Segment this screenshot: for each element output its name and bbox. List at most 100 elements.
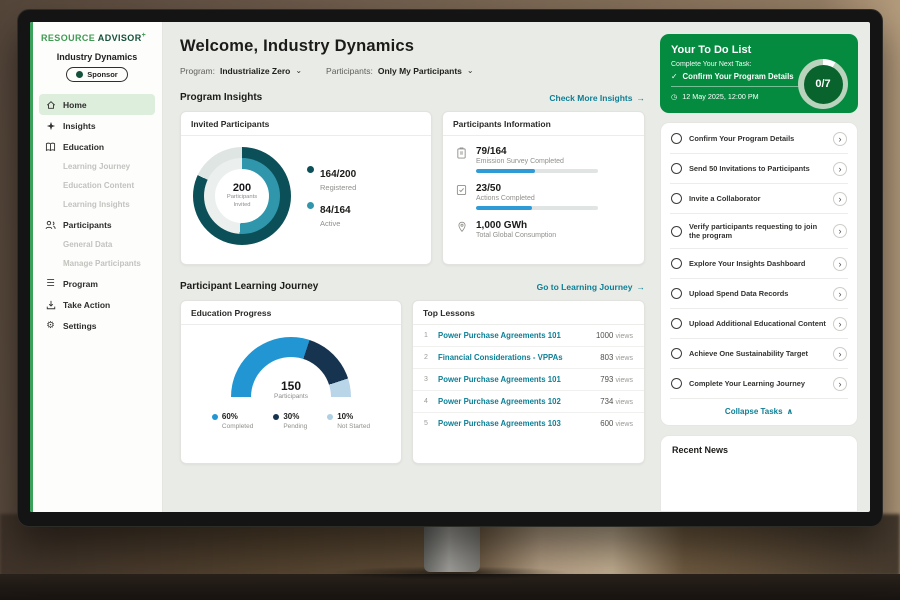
- sidebar-item-manage-participants[interactable]: Manage Participants: [39, 254, 155, 273]
- task-checkbox[interactable]: [671, 163, 682, 174]
- chevron-up-icon: ∧: [787, 407, 794, 416]
- sidebar-item-learning-insights[interactable]: Learning Insights: [39, 195, 155, 214]
- program-insights-header: Program Insights Check More Insights →: [180, 92, 645, 103]
- progress-bar: [476, 206, 598, 210]
- todo-next-task[interactable]: ✓ Confirm Your Program Details: [671, 72, 803, 87]
- task-checkbox[interactable]: [671, 226, 682, 237]
- lesson-row[interactable]: 5 Power Purchase Agreements 103 600 view…: [413, 413, 644, 434]
- lesson-row[interactable]: 4 Power Purchase Agreements 102 734 view…: [413, 391, 644, 413]
- task-row[interactable]: Upload Spend Data Records ›: [670, 279, 848, 309]
- learning-journey-title: Participant Learning Journey: [180, 281, 318, 292]
- lesson-rank: 4: [424, 398, 430, 405]
- lesson-link[interactable]: Financial Considerations - VPPAs: [438, 353, 592, 362]
- stat-label: Emission Survey Completed: [476, 158, 598, 165]
- sidebar-item-take-action[interactable]: Take Action: [39, 294, 155, 315]
- chevron-right-icon[interactable]: ›: [833, 347, 847, 361]
- task-row[interactable]: Send 50 Invitations to Participants ›: [670, 154, 848, 184]
- task-row[interactable]: Explore Your Insights Dashboard ›: [670, 249, 848, 279]
- todo-hero-card: Your To Do List Complete Your Next Task:…: [660, 34, 858, 113]
- task-checkbox[interactable]: [671, 193, 682, 204]
- task-row[interactable]: Achieve One Sustainability Target ›: [670, 339, 848, 369]
- chevron-right-icon[interactable]: ›: [833, 132, 847, 146]
- sidebar-item-learning-journey[interactable]: Learning Journey: [39, 157, 155, 176]
- home-icon: [45, 100, 56, 110]
- sidebar-item-education[interactable]: Education: [39, 136, 155, 157]
- task-label: Upload Additional Educational Content: [689, 319, 826, 329]
- sidebar-item-home[interactable]: Home: [39, 94, 155, 115]
- sidebar-item-label: Participants: [63, 220, 112, 230]
- chevron-right-icon[interactable]: ›: [833, 317, 847, 331]
- invited-center-label: Participants: [227, 194, 257, 202]
- filters-row: Program: Industrialize Zero ⌄ Participan…: [180, 66, 645, 76]
- task-checkbox[interactable]: [671, 258, 682, 269]
- people-icon: [45, 220, 56, 230]
- clipboard-icon: [455, 146, 468, 173]
- lesson-link[interactable]: Power Purchase Agreements 101: [438, 331, 588, 340]
- task-checkbox[interactable]: [671, 318, 682, 329]
- chevron-right-icon[interactable]: ›: [833, 287, 847, 301]
- sidebar-nav: Home Insights Education Learning Journey…: [39, 94, 155, 336]
- sidebar-item-settings[interactable]: ⚙ Settings: [39, 315, 155, 336]
- pending-pct: 30%: [283, 412, 299, 421]
- program-select[interactable]: Program: Industrialize Zero ⌄: [180, 66, 302, 76]
- card-title: Participants Information: [443, 112, 644, 136]
- not-started-pct: 10%: [337, 412, 353, 421]
- sidebar-item-program[interactable]: ☰ Program: [39, 273, 155, 294]
- task-row[interactable]: Confirm Your Program Details ›: [670, 124, 848, 154]
- chevron-right-icon[interactable]: ›: [833, 257, 847, 271]
- task-checkbox[interactable]: [671, 378, 682, 389]
- check-more-insights-link[interactable]: Check More Insights →: [549, 93, 645, 103]
- page-title: Welcome, Industry Dynamics: [180, 37, 645, 56]
- chevron-right-icon[interactable]: ›: [833, 224, 847, 238]
- lesson-link[interactable]: Power Purchase Agreements 102: [438, 397, 592, 406]
- chevron-right-icon[interactable]: ›: [833, 162, 847, 176]
- lesson-link[interactable]: Power Purchase Agreements 103: [438, 419, 592, 428]
- invited-legend: 164/200 Registered 84/164 Active: [307, 156, 356, 236]
- lesson-views: 793 views: [600, 375, 633, 384]
- insights-icon: [45, 121, 56, 131]
- task-row[interactable]: Complete Your Learning Journey ›: [670, 369, 848, 399]
- go-to-learning-journey-link[interactable]: Go to Learning Journey →: [537, 282, 645, 292]
- task-checkbox[interactable]: [671, 288, 682, 299]
- lesson-row[interactable]: 1 Power Purchase Agreements 101 1000 vie…: [413, 325, 644, 347]
- sponsor-badge[interactable]: Sponsor: [66, 67, 127, 82]
- chevron-right-icon[interactable]: ›: [833, 377, 847, 391]
- tasks-list-card: Confirm Your Program Details › Send 50 I…: [660, 122, 858, 426]
- task-checkbox[interactable]: [671, 348, 682, 359]
- task-row[interactable]: Upload Additional Educational Content ›: [670, 309, 848, 339]
- program-select-value: Industrialize Zero: [220, 66, 290, 76]
- monitor-stand: [424, 524, 480, 572]
- lesson-row[interactable]: 3 Power Purchase Agreements 101 793 view…: [413, 369, 644, 391]
- lesson-row[interactable]: 2 Financial Considerations - VPPAs 803 v…: [413, 347, 644, 369]
- task-label: Invite a Collaborator: [689, 194, 826, 204]
- completed-label: Completed: [222, 423, 253, 430]
- arrow-right-icon: →: [637, 93, 646, 103]
- lesson-rank: 2: [424, 354, 430, 361]
- participants-select[interactable]: Participants: Only My Participants ⌄: [326, 66, 474, 76]
- task-row[interactable]: Verify participants requesting to join t…: [670, 214, 848, 249]
- sponsor-icon: [76, 71, 83, 78]
- collapse-tasks-button[interactable]: Collapse Tasks ∧: [670, 399, 848, 425]
- learning-journey-header: Participant Learning Journey Go to Learn…: [180, 281, 645, 292]
- chevron-right-icon[interactable]: ›: [833, 192, 847, 206]
- task-checkbox[interactable]: [671, 133, 682, 144]
- sidebar-item-label: Program: [63, 279, 98, 289]
- logo-text-primary: RESOURCE: [41, 33, 95, 43]
- link-label: Check More Insights: [549, 93, 632, 103]
- sidebar-item-general-data[interactable]: General Data: [39, 235, 155, 254]
- sidebar-item-insights[interactable]: Insights: [39, 115, 155, 136]
- lesson-link[interactable]: Power Purchase Agreements 101: [438, 375, 592, 384]
- sidebar-item-label: Take Action: [63, 300, 110, 310]
- program-insights-title: Program Insights: [180, 92, 262, 103]
- lesson-views: 1000 views: [596, 331, 633, 340]
- lesson-rank: 5: [424, 420, 430, 427]
- task-row[interactable]: Invite a Collaborator ›: [670, 184, 848, 214]
- views-count: 734: [600, 397, 613, 406]
- stat-value: 79/164: [476, 146, 598, 157]
- views-suffix: views: [615, 421, 633, 428]
- app-logo: RESOURCE ADVISOR+: [39, 32, 155, 43]
- sidebar-item-education-content[interactable]: Education Content: [39, 176, 155, 195]
- stat-value: 1,000 GWh: [476, 220, 556, 231]
- todo-progress-ring: 0/7: [798, 59, 848, 109]
- sidebar-item-participants[interactable]: Participants: [39, 214, 155, 235]
